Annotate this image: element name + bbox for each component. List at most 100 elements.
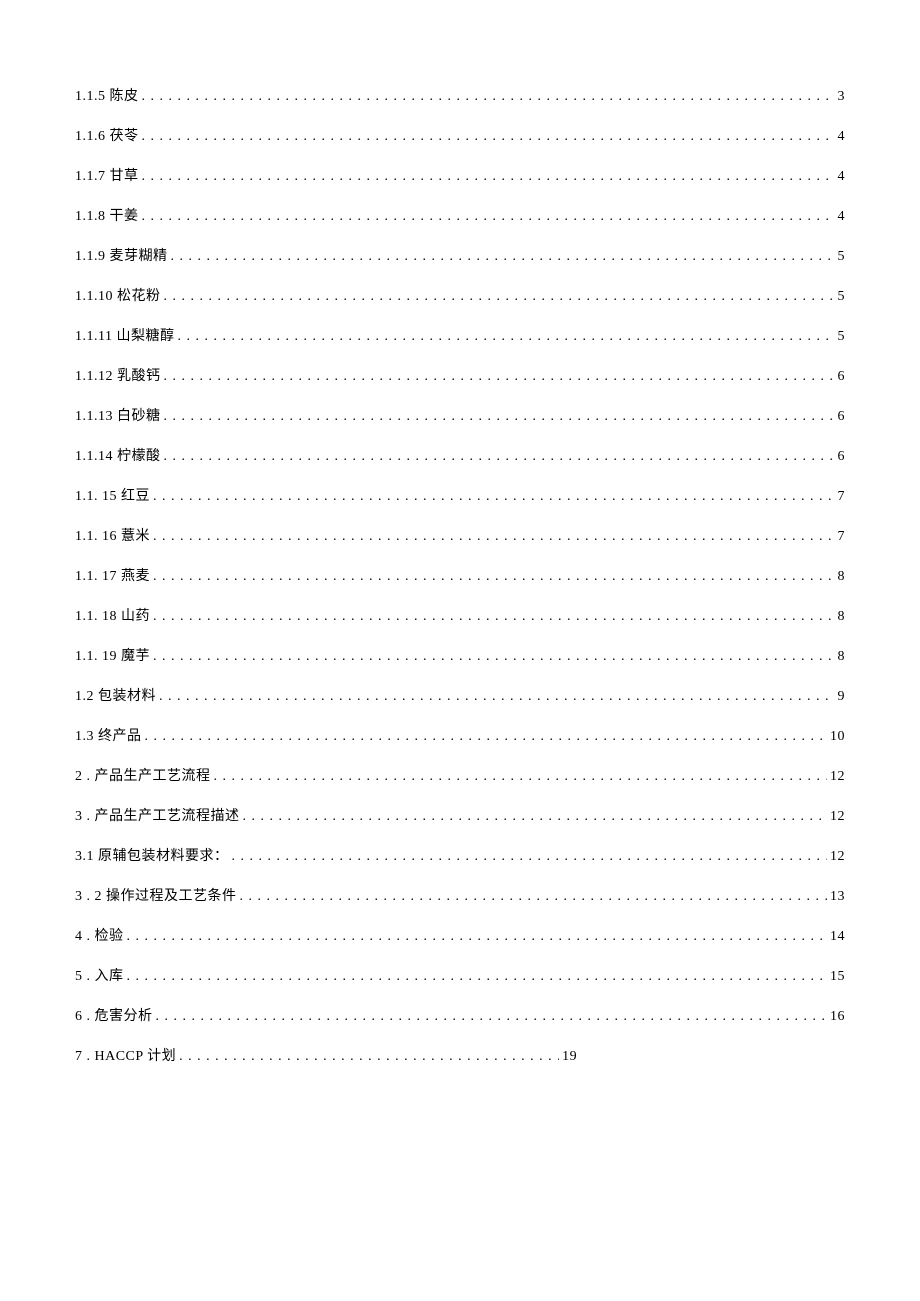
toc-entry: 1.3 终产品 10 — [75, 725, 845, 745]
toc-leader-dots — [179, 1049, 559, 1065]
toc-entry: 1.1. 18 山药 8 — [75, 605, 845, 625]
toc-label: 1.1. 16 薏米 — [75, 525, 150, 545]
toc-label: 1.1. 17 燕麦 — [75, 565, 150, 585]
toc-leader-dots — [177, 329, 834, 345]
toc-leader-dots — [171, 249, 835, 265]
toc-leader-dots — [142, 89, 835, 105]
toc-entry: 1.1.11 山梨糖醇 5 — [75, 325, 845, 345]
toc-label: 6 . 危害分析 — [75, 1005, 153, 1025]
toc-leader-dots — [145, 729, 828, 745]
toc-entry: 1.1. 17 燕麦 8 — [75, 565, 845, 585]
toc-entry: 5 . 入库 15 — [75, 965, 845, 985]
toc-page-number: 4 — [838, 209, 846, 225]
toc-page-number: 19 — [562, 1049, 577, 1065]
toc-leader-dots — [142, 209, 835, 225]
toc-label: 1.1.7 甘草 — [75, 165, 139, 185]
toc-entry: 1.1.14 柠檬酸 6 — [75, 445, 845, 465]
toc-label: 5 . 入库 — [75, 965, 124, 985]
toc-label: 7 . HACCP 计划 — [75, 1045, 176, 1065]
toc-label: 1.3 终产品 — [75, 725, 142, 745]
toc-page-number: 10 — [830, 729, 845, 745]
toc-label: 3 . 2 操作过程及工艺条件 — [75, 885, 237, 905]
toc-label: 1.1.5 陈皮 — [75, 85, 139, 105]
toc-leader-dots — [142, 129, 835, 145]
toc-page-number: 5 — [838, 289, 846, 305]
toc-label: 1.1.11 山梨糖醇 — [75, 325, 174, 345]
toc-page-number: 6 — [838, 369, 846, 385]
toc-label: 1.1.9 麦芽糊精 — [75, 245, 168, 265]
toc-page-number: 12 — [830, 849, 845, 865]
toc-page-number: 3 — [838, 89, 846, 105]
toc-label: 1.1. 15 红豆 — [75, 485, 150, 505]
toc-page-number: 16 — [830, 1009, 845, 1025]
toc-leader-dots — [214, 769, 828, 785]
toc-entry: 1.1.9 麦芽糊精 5 — [75, 245, 845, 265]
toc-label: 1.1.12 乳酸钙 — [75, 365, 161, 385]
toc-page-number: 8 — [838, 609, 846, 625]
toc-entry: 1.1.7 甘草 4 — [75, 165, 845, 185]
toc-page-number: 4 — [838, 129, 846, 145]
toc-page-number: 13 — [830, 889, 845, 905]
toc-label: 1.1. 18 山药 — [75, 605, 150, 625]
toc-entry: 1.1.5 陈皮 3 — [75, 85, 845, 105]
toc-leader-dots — [153, 489, 835, 505]
toc-entry: 1.1.10 松花粉 5 — [75, 285, 845, 305]
toc-leader-dots — [240, 889, 828, 905]
toc-leader-dots — [156, 1009, 828, 1025]
toc-label: 3 . 产品生产工艺流程描述 — [75, 805, 240, 825]
toc-page-number: 5 — [838, 249, 846, 265]
toc-leader-dots — [142, 169, 835, 185]
toc-page-number: 8 — [838, 649, 846, 665]
toc-entry: 3 . 2 操作过程及工艺条件 13 — [75, 885, 845, 905]
toc-leader-dots — [127, 969, 828, 985]
toc-entry: 6 . 危害分析 16 — [75, 1005, 845, 1025]
toc-entry: 1.1. 15 红豆 7 — [75, 485, 845, 505]
toc-leader-dots — [164, 409, 835, 425]
toc-leader-dots — [159, 689, 835, 705]
toc-leader-dots — [164, 369, 835, 385]
toc-leader-dots — [232, 849, 828, 865]
toc-leader-dots — [243, 809, 828, 825]
toc-label: 1.1. 19 魔芋 — [75, 645, 150, 665]
toc-entry: 3 . 产品生产工艺流程描述 12 — [75, 805, 845, 825]
toc-label: 2 . 产品生产工艺流程 — [75, 765, 211, 785]
toc-label: 1.1.10 松花粉 — [75, 285, 161, 305]
toc-leader-dots — [153, 529, 835, 545]
toc-page-number: 15 — [830, 969, 845, 985]
toc-leader-dots — [164, 449, 835, 465]
toc-page-number: 12 — [830, 769, 845, 785]
toc-entry: 1.1. 19 魔芋 8 — [75, 645, 845, 665]
toc-page-number: 5 — [838, 329, 846, 345]
toc-leader-dots — [153, 649, 835, 665]
toc-entry: 1.1. 16 薏米 7 — [75, 525, 845, 545]
toc-entry: 3.1 原辅包装材料要求： 12 — [75, 845, 845, 865]
toc-label: 1.1.6 茯苓 — [75, 125, 139, 145]
toc-leader-dots — [127, 929, 828, 945]
toc-page-number: 14 — [830, 929, 845, 945]
toc-page-number: 4 — [838, 169, 846, 185]
toc-leader-dots — [164, 289, 835, 305]
toc-entry: 1.1.6 茯苓 4 — [75, 125, 845, 145]
toc-page-number: 9 — [838, 689, 846, 705]
toc-label: 3.1 原辅包装材料要求： — [75, 845, 229, 865]
toc-label: 1.1.13 白砂糖 — [75, 405, 161, 425]
toc-entry: 2 . 产品生产工艺流程 12 — [75, 765, 845, 785]
toc-leader-dots — [153, 569, 835, 585]
toc-label: 1.1.14 柠檬酸 — [75, 445, 161, 465]
toc-page-number: 6 — [838, 409, 846, 425]
toc-label: 1.1.8 干姜 — [75, 205, 139, 225]
toc-page-number: 7 — [838, 489, 846, 505]
toc-leader-dots — [153, 609, 835, 625]
table-of-contents: 1.1.5 陈皮 31.1.6 茯苓 41.1.7 甘草 41.1.8 干姜 4… — [75, 85, 845, 1065]
toc-label: 1.2 包装材料 — [75, 685, 156, 705]
toc-entry: 1.2 包装材料 9 — [75, 685, 845, 705]
toc-page-number: 12 — [830, 809, 845, 825]
toc-entry: 1.1.13 白砂糖 6 — [75, 405, 845, 425]
toc-page-number: 6 — [838, 449, 846, 465]
toc-label: 4 . 检验 — [75, 925, 124, 945]
toc-entry: 1.1.8 干姜 4 — [75, 205, 845, 225]
toc-page-number: 8 — [838, 569, 846, 585]
toc-entry: 7 . HACCP 计划 19 — [75, 1045, 845, 1065]
toc-entry: 4 . 检验 14 — [75, 925, 845, 945]
toc-entry: 1.1.12 乳酸钙 6 — [75, 365, 845, 385]
